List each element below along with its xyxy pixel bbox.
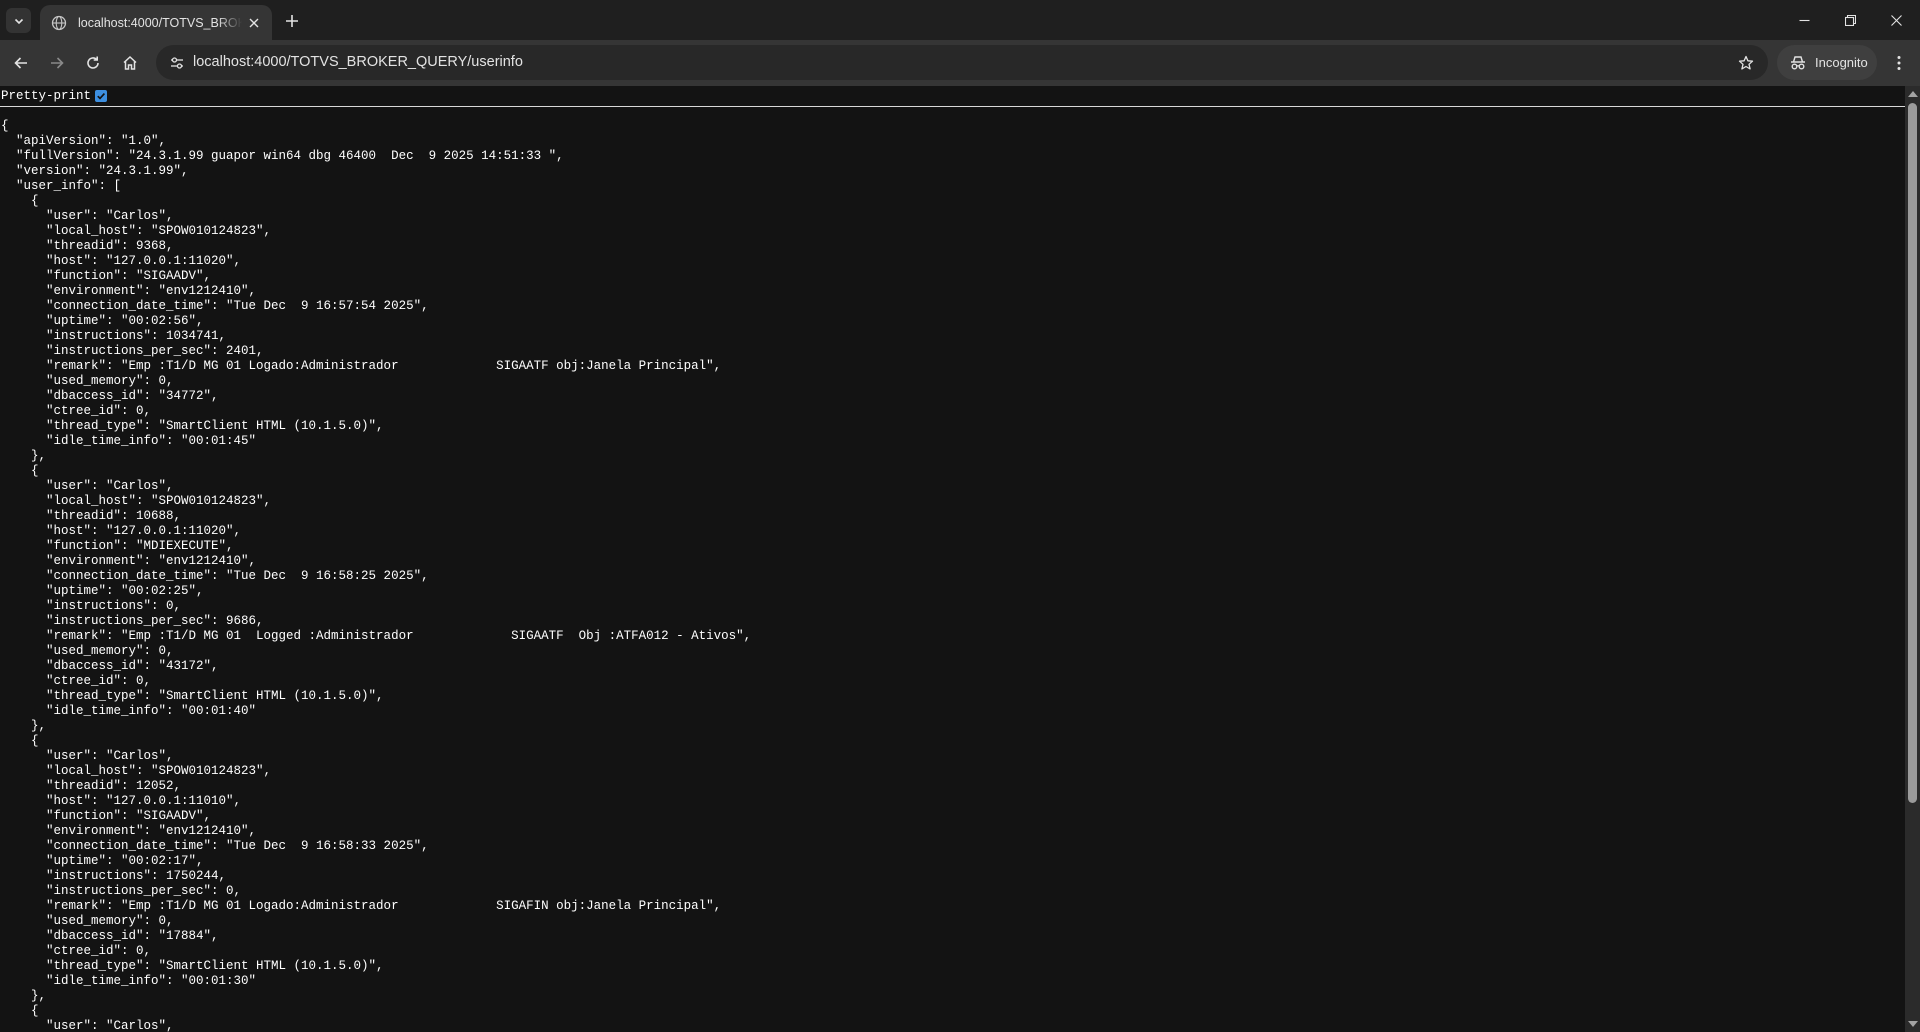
restore-icon [1844, 14, 1856, 26]
address-bar[interactable]: localhost:4000/TOTVS_BROKER_QUERY/userin… [156, 45, 1768, 80]
forward-button[interactable] [42, 48, 72, 78]
restore-button[interactable] [1827, 0, 1873, 40]
incognito-label: Incognito [1815, 55, 1868, 70]
json-content: { "apiVersion": "1.0", "fullVersion": "2… [1, 119, 752, 1032]
incognito-icon [1791, 55, 1805, 69]
tune-icon [170, 56, 183, 69]
minimize-icon [1799, 19, 1809, 21]
star-icon [1738, 55, 1754, 70]
bookmark-button[interactable] [1734, 51, 1758, 75]
arrow-left-icon [14, 57, 27, 69]
scroll-thumb[interactable] [1908, 103, 1917, 803]
scroll-down-arrow[interactable] [1908, 1021, 1918, 1027]
site-info-button[interactable] [164, 50, 189, 75]
arrow-right-icon [51, 57, 64, 69]
browser-tab[interactable]: localhost:4000/TOTVS_BROKER_QUERY/userin… [40, 5, 272, 40]
browser-toolbar: localhost:4000/TOTVS_BROKER_QUERY/userin… [0, 40, 1920, 86]
url-text[interactable]: localhost:4000/TOTVS_BROKER_QUERY/userin… [193, 54, 523, 70]
new-tab-button[interactable] [280, 9, 304, 33]
pretty-print-bar: Pretty-print [0, 86, 1920, 107]
pretty-print-label: Pretty-print [1, 89, 92, 103]
home-button[interactable] [115, 48, 145, 78]
tab-title: localhost:4000/TOTVS_BROKER_QUERY/userin… [78, 15, 242, 30]
back-button[interactable] [6, 48, 36, 78]
globe-icon [51, 15, 67, 30]
close-icon [249, 18, 259, 28]
browser-menu-button[interactable] [1886, 50, 1912, 76]
tab-close-button[interactable] [246, 15, 262, 31]
page-viewport: Pretty-print { "apiVersion": "1.0", "ful… [0, 86, 1920, 1032]
vertical-scrollbar[interactable] [1905, 86, 1920, 1032]
reload-button[interactable] [78, 48, 108, 78]
minimize-button[interactable] [1781, 0, 1827, 40]
close-window-button[interactable] [1873, 0, 1919, 40]
close-icon [1890, 14, 1902, 26]
plus-icon [286, 15, 298, 27]
checkmark-icon [97, 93, 106, 100]
tab-search-button[interactable] [6, 8, 31, 33]
pretty-print-checkbox[interactable] [95, 90, 108, 102]
scroll-up-arrow[interactable] [1908, 91, 1918, 97]
tab-strip: localhost:4000/TOTVS_BROKER_QUERY/userin… [0, 0, 1920, 40]
kebab-icon [1897, 56, 1901, 70]
reload-icon [87, 56, 99, 69]
incognito-badge[interactable]: Incognito [1777, 45, 1877, 80]
home-icon [123, 55, 137, 70]
chevron-down-icon [14, 18, 23, 24]
